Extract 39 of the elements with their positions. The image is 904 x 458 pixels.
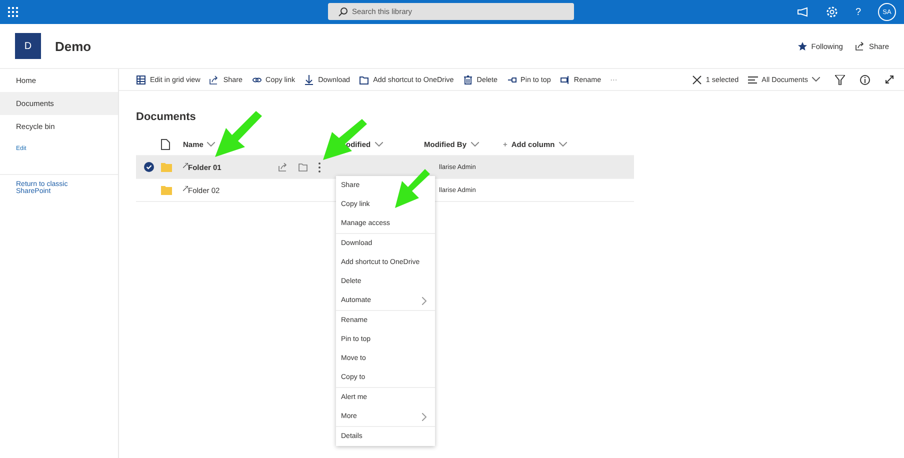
pin-icon (506, 74, 517, 84)
checkmark-icon[interactable] (144, 162, 154, 172)
site-logo: D (15, 33, 41, 59)
megaphone-icon[interactable] (797, 7, 810, 17)
library-title: Documents (136, 111, 197, 125)
more-options-icon[interactable] (318, 162, 321, 172)
search-icon (338, 7, 348, 17)
link-icon (252, 74, 262, 84)
share-icon (209, 74, 220, 84)
site-title: Demo (55, 38, 92, 54)
help-icon[interactable]: ? (855, 6, 861, 18)
expand-icon[interactable] (885, 75, 894, 84)
chevron-icon (422, 412, 427, 420)
chevron-icon (207, 142, 216, 146)
download-icon (304, 74, 314, 84)
share-icon (854, 42, 865, 50)
folder-icon (161, 162, 172, 172)
star-icon (798, 42, 808, 50)
chevron-icon (422, 296, 427, 304)
app-launcher-icon[interactable] (8, 7, 18, 17)
new-item-icon (183, 162, 188, 168)
annotation-arrow (215, 111, 262, 157)
delete-icon (462, 74, 473, 84)
settings-icon[interactable] (826, 6, 838, 18)
new-item-icon (183, 186, 188, 190)
share-icon[interactable] (278, 162, 288, 172)
folder-icon (161, 186, 172, 194)
close-icon (692, 74, 702, 84)
info-icon[interactable] (860, 74, 870, 84)
file-type-icon (161, 138, 170, 150)
lines-icon (748, 76, 758, 84)
chevron-icon (812, 77, 820, 82)
chevron-icon (470, 142, 478, 146)
chevron-icon (558, 142, 567, 146)
chevron-icon (374, 142, 383, 146)
rename-icon (560, 74, 570, 84)
grid-icon (136, 74, 146, 84)
annotation-arrow (395, 169, 430, 208)
filter-icon[interactable] (835, 74, 845, 84)
